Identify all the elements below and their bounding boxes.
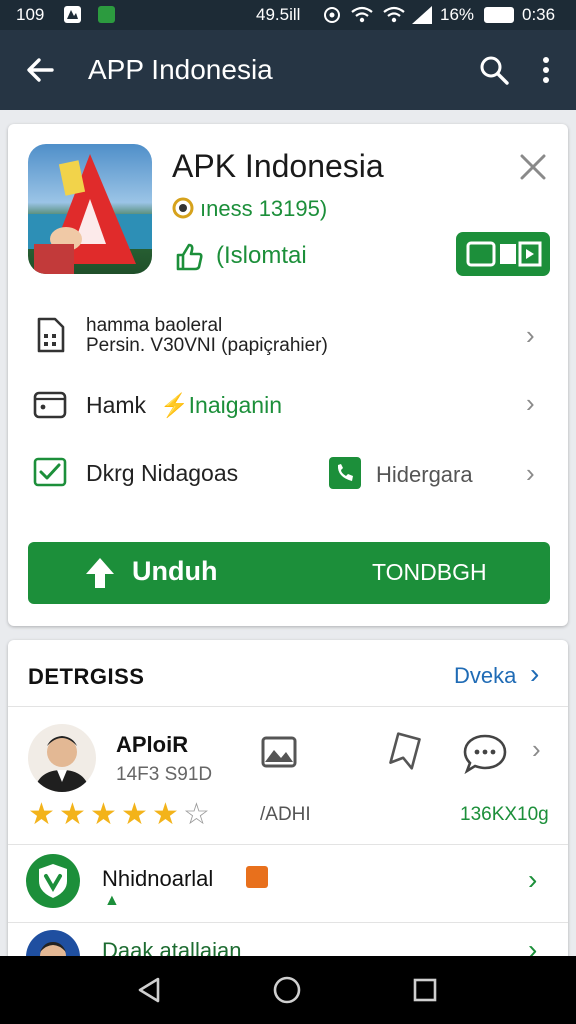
upload-arrow-icon: [86, 558, 114, 588]
back-arrow-icon[interactable]: [24, 54, 56, 86]
thumb-up-icon: [176, 243, 203, 271]
review-right-label: 136KX10g: [460, 804, 549, 825]
app-meta: ıness 13195): [200, 196, 328, 221]
app-name: APK Indonesia: [172, 148, 384, 184]
details-card: DETRGISS Dveka › APloiR 14F3 S91D › ★ ★ …: [8, 640, 568, 984]
battery-icon: [484, 7, 514, 23]
row-permission-title: Hamk: [86, 392, 147, 418]
app-action-chip[interactable]: [456, 232, 550, 276]
review-chevron-icon[interactable]: ›: [532, 734, 541, 765]
battery-percent: 16%: [440, 5, 475, 24]
document-icon: [37, 317, 65, 353]
row-info-title: hamma baoleral: [86, 315, 223, 336]
status-clock: 0:36: [522, 5, 556, 24]
reviewer-name: APloiR: [116, 732, 189, 757]
chevron-right-icon[interactable]: ›: [526, 320, 535, 351]
row-info-subtitle: Persin. V30VNI (papiçrahier): [86, 335, 328, 356]
nav-recents-icon[interactable]: [412, 977, 438, 1003]
notification-icon: [64, 6, 81, 23]
navigation-bar: [0, 956, 576, 1024]
reviewer-sub: 14F3 S91D: [116, 764, 213, 785]
wifi-icon: [351, 6, 373, 23]
more-options-icon[interactable]: [536, 56, 556, 86]
chat-bubble-icon[interactable]: [462, 732, 508, 774]
divider: [8, 922, 568, 923]
star-icon: ☆: [183, 798, 210, 831]
thumbs-up-small-icon: ▲: [104, 892, 120, 909]
row-permission-accent-label: Inaiganin: [188, 392, 282, 418]
wallet-icon: [33, 391, 67, 419]
close-icon[interactable]: [520, 154, 546, 180]
media-action-icon: [466, 241, 542, 267]
sync-icon: [324, 7, 340, 23]
status-bar: 109 49.5ill 16% 0:36: [0, 0, 576, 30]
download-button[interactable]: Unduh TONDBGH: [28, 542, 550, 604]
row-download-right: Hidergara: [376, 462, 473, 487]
phone-icon: [329, 457, 361, 489]
star-icon: ★: [28, 798, 55, 831]
chevron-right-icon[interactable]: ›: [526, 388, 535, 419]
app-tag: (Islomtai: [216, 242, 307, 269]
details-more-link[interactable]: Dveka: [454, 663, 516, 689]
status-signal-text: 49.5ill: [256, 5, 301, 24]
star-icon: ★: [152, 798, 179, 831]
app-card: APK Indonesia ıness 13195) (Islomtai ham…: [8, 124, 568, 626]
badge-icon: [172, 197, 194, 219]
list-item-title[interactable]: Nhidnoarlal: [102, 866, 213, 892]
list-item-chevron-icon[interactable]: ›: [528, 864, 537, 896]
download-button-label: Unduh: [132, 556, 218, 586]
new-badge-icon: [246, 866, 268, 888]
app-notification-icon: [98, 6, 115, 23]
check-box-icon: [33, 457, 67, 487]
star-icon: ★: [90, 798, 117, 831]
review-mid-label: /ADHI: [260, 804, 311, 825]
reviewer-avatar-graphic: [34, 736, 90, 792]
reviewer-avatar[interactable]: [28, 724, 96, 792]
app-icon-graphic: [28, 154, 152, 274]
star-rating: ★ ★ ★ ★ ★ ☆: [28, 800, 218, 830]
cell-signal-icon: [412, 6, 432, 24]
bookmark-icon[interactable]: [388, 732, 422, 770]
status-time: 109: [16, 5, 45, 24]
page-title: APP Indonesia: [88, 54, 273, 85]
divider: [8, 844, 568, 845]
list-item-logo: [26, 854, 80, 908]
nav-home-icon[interactable]: [272, 975, 302, 1005]
star-icon: ★: [121, 798, 148, 831]
download-button-secondary: TONDBGH: [372, 559, 487, 585]
chevron-right-icon[interactable]: ›: [526, 458, 535, 489]
star-icon: ★: [59, 798, 86, 831]
wifi-secondary-icon: [383, 6, 405, 23]
divider: [8, 706, 568, 707]
nav-back-icon[interactable]: [136, 976, 162, 1004]
details-chevron-icon[interactable]: ›: [530, 658, 539, 690]
shield-icon: [39, 864, 67, 898]
app-bar: APP Indonesia: [0, 30, 576, 110]
row-download-title: Dkrg Nidagoas: [86, 460, 239, 486]
details-heading: DETRGISS: [28, 664, 145, 689]
row-permission-accent: ⚡Inaiganin: [160, 392, 282, 418]
app-icon[interactable]: [28, 144, 152, 274]
image-icon[interactable]: [260, 734, 298, 770]
search-icon[interactable]: [478, 54, 510, 86]
